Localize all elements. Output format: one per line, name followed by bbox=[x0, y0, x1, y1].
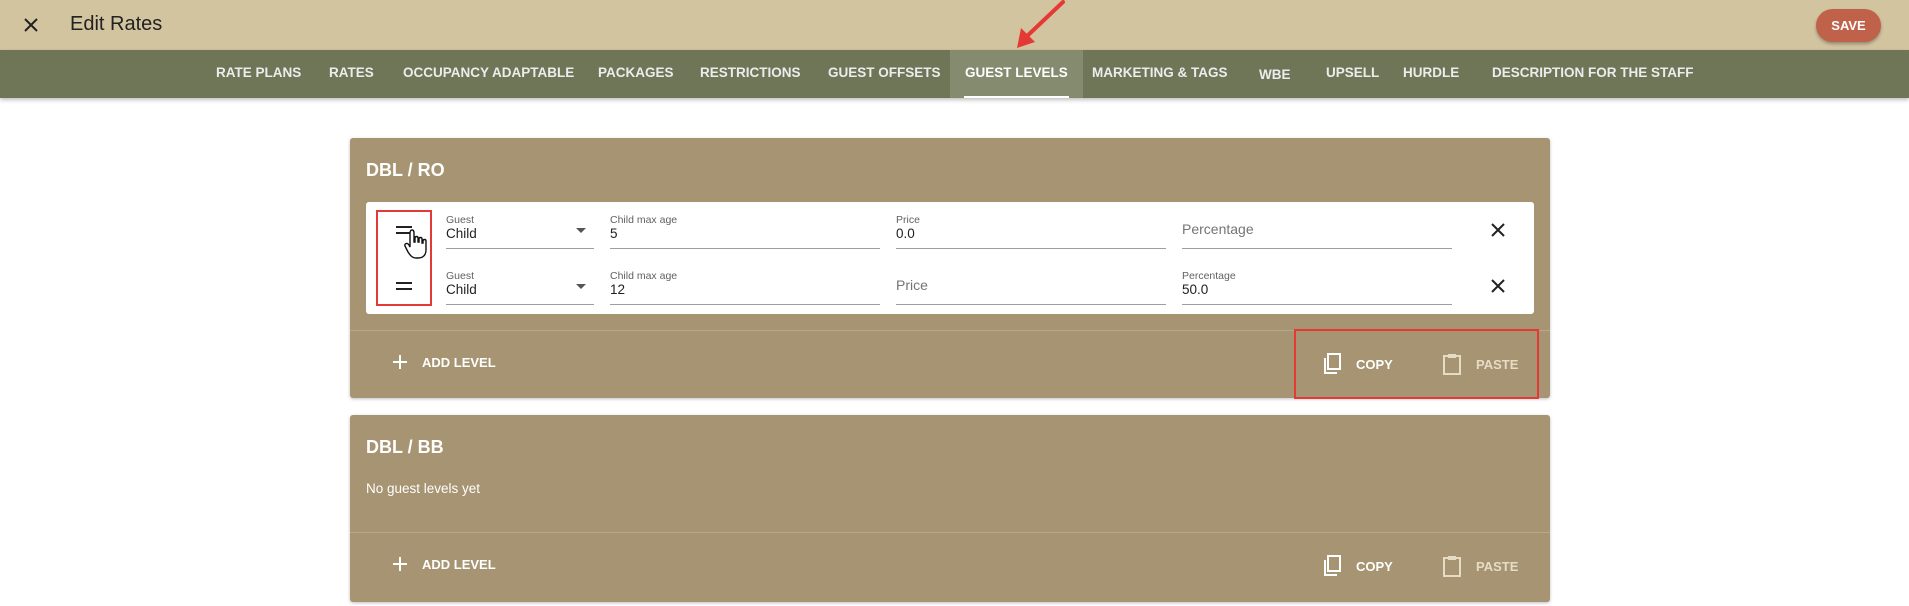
empty-state-text: No guest levels yet bbox=[366, 481, 481, 496]
field-value: Child bbox=[446, 282, 477, 297]
chevron-down-icon bbox=[576, 284, 586, 289]
save-button[interactable]: SAVE bbox=[1816, 9, 1881, 42]
copy-label: COPY bbox=[1356, 356, 1393, 372]
field-label: Price bbox=[896, 214, 920, 226]
field-label: Guest bbox=[446, 214, 475, 226]
card-divider bbox=[350, 532, 1550, 533]
field-label: Child max age bbox=[610, 214, 678, 226]
drag-handle-icon[interactable] bbox=[394, 282, 414, 296]
field-placeholder: Price bbox=[896, 277, 928, 293]
page-title: Edit Rates bbox=[70, 13, 163, 35]
price-input[interactable]: Price 0.0 bbox=[896, 202, 1166, 249]
guest-type-select[interactable]: Guest Child bbox=[446, 202, 594, 249]
rate-card-dbl-ro: DBL / RO Guest Child Child max age 5 Pri… bbox=[350, 138, 1550, 399]
tab-rate-plans[interactable]: RATE PLANS bbox=[216, 50, 301, 98]
paste-button[interactable]: PASTE bbox=[1442, 353, 1518, 375]
plus-icon bbox=[393, 557, 407, 571]
field-placeholder: Percentage bbox=[1182, 221, 1254, 237]
copy-button[interactable]: COPY bbox=[1322, 353, 1393, 375]
tab-description-for-staff[interactable]: DESCRIPTION FOR THE STAFF bbox=[1492, 50, 1694, 98]
close-icon[interactable] bbox=[1488, 220, 1508, 240]
add-level-button[interactable]: ADD LEVEL bbox=[392, 354, 496, 370]
hand-cursor-icon bbox=[404, 229, 427, 259]
guest-type-select[interactable]: Guest Child bbox=[446, 258, 594, 305]
tab-hurdle[interactable]: HURDLE bbox=[1403, 50, 1459, 98]
chevron-down-icon bbox=[576, 228, 586, 233]
field-value: 5 bbox=[610, 226, 618, 241]
copy-label: COPY bbox=[1356, 558, 1393, 574]
copy-icon bbox=[1324, 555, 1341, 576]
copy-icon bbox=[1324, 353, 1341, 374]
tab-packages[interactable]: PACKAGES bbox=[598, 50, 674, 98]
card-title: DBL / RO bbox=[366, 160, 445, 180]
add-level-label: ADD LEVEL bbox=[422, 556, 496, 572]
close-button[interactable] bbox=[18, 12, 44, 38]
tab-marketing-tags[interactable]: MARKETING & TAGS bbox=[1092, 50, 1228, 98]
percentage-input[interactable]: Percentage bbox=[1182, 202, 1452, 249]
close-icon[interactable] bbox=[1488, 276, 1508, 296]
app-bar: Edit Rates SAVE bbox=[0, 0, 1909, 50]
tab-guest-offsets[interactable]: GUEST OFFSETS bbox=[828, 50, 941, 98]
tab-occupancy-adaptable[interactable]: OCCUPANCY ADAPTABLE bbox=[403, 50, 574, 98]
close-icon bbox=[24, 18, 38, 32]
add-level-label: ADD LEVEL bbox=[422, 354, 496, 370]
tab-bar: RATE PLANS RATES OCCUPANCY ADAPTABLE PAC… bbox=[0, 50, 1909, 98]
copy-button[interactable]: COPY bbox=[1322, 555, 1393, 577]
clipboard-icon bbox=[1443, 556, 1461, 577]
field-value: Child bbox=[446, 226, 477, 241]
annotation-arrow-icon bbox=[1017, 0, 1065, 48]
paste-label: PASTE bbox=[1476, 558, 1519, 574]
field-label: Percentage bbox=[1182, 270, 1236, 282]
add-level-button[interactable]: ADD LEVEL bbox=[392, 556, 496, 572]
field-value: 0.0 bbox=[896, 226, 915, 241]
field-label: Child max age bbox=[610, 270, 678, 282]
field-value: 12 bbox=[610, 282, 626, 297]
tab-rates[interactable]: RATES bbox=[329, 50, 374, 98]
field-value: 50.0 bbox=[1182, 282, 1209, 297]
guest-levels-list: Guest Child Child max age 5 Price 0.0 Pe… bbox=[366, 202, 1534, 314]
tab-upsell[interactable]: UPSELL bbox=[1326, 50, 1379, 98]
tab-restrictions[interactable]: RESTRICTIONS bbox=[700, 50, 801, 98]
child-max-age-input[interactable]: Child max age 5 bbox=[610, 202, 880, 249]
paste-button[interactable]: PASTE bbox=[1442, 555, 1518, 577]
plus-icon bbox=[393, 355, 407, 369]
rate-card-dbl-bb: DBL / BB No guest levels yet ADD LEVEL C… bbox=[350, 415, 1550, 602]
field-label: Guest bbox=[446, 270, 475, 282]
clipboard-icon bbox=[1443, 354, 1461, 375]
card-title: DBL / BB bbox=[366, 437, 444, 457]
tab-guest-levels[interactable]: GUEST LEVELS bbox=[950, 50, 1083, 98]
price-input[interactable]: Price bbox=[896, 258, 1166, 305]
paste-label: PASTE bbox=[1476, 356, 1519, 372]
percentage-input[interactable]: Percentage 50.0 bbox=[1182, 258, 1452, 305]
tab-wbe[interactable]: WBE bbox=[1259, 52, 1291, 100]
child-max-age-input[interactable]: Child max age 12 bbox=[610, 258, 880, 305]
